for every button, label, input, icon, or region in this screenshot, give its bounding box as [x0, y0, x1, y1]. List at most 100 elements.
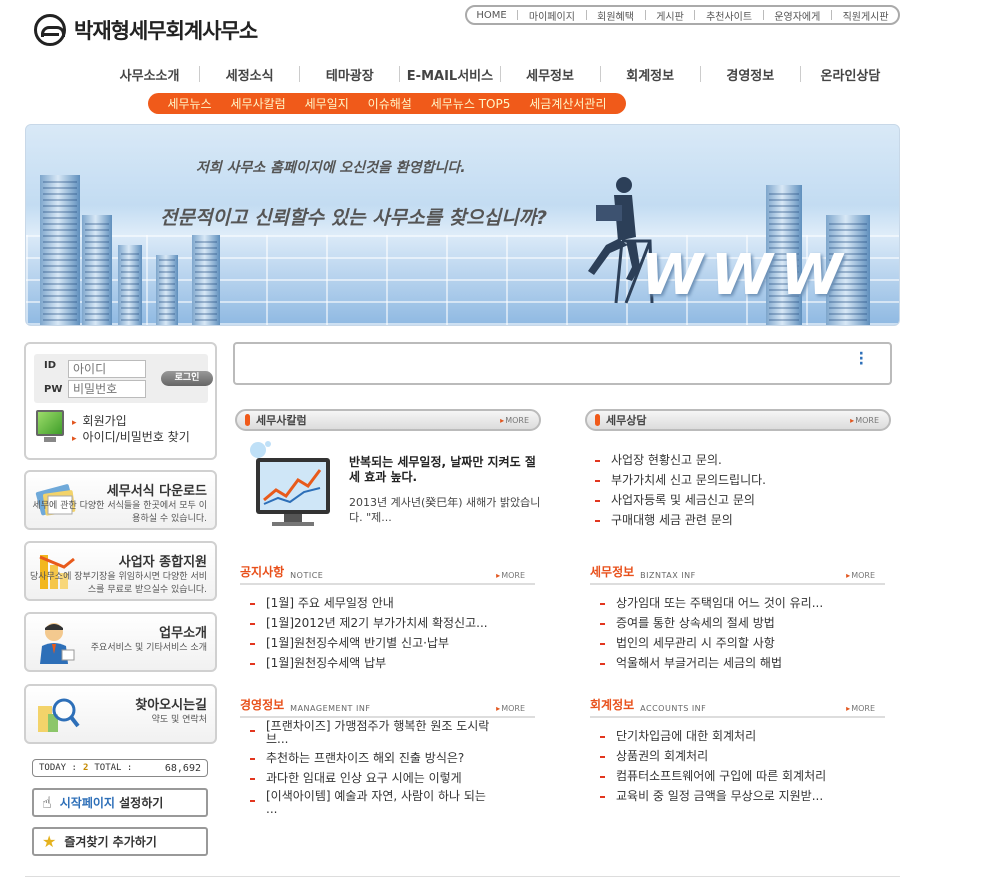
util-admin-link[interactable]: 운영자에게: [774, 8, 820, 23]
site-name: 박재형세무회계사무소: [74, 19, 258, 43]
building-image: [156, 255, 178, 325]
management-info-more-link[interactable]: MORE: [496, 704, 525, 713]
subnav-invoice[interactable]: 세금계산서관리: [529, 95, 606, 112]
subnav-issue[interactable]: 이슈해설: [368, 95, 412, 112]
list-item[interactable]: 추천하는 프랜차이즈 해외 진출 방식은?: [240, 748, 500, 768]
tax-info-more-link[interactable]: MORE: [846, 571, 875, 580]
accounting-info-title: 회계정보: [590, 698, 635, 712]
signup-link[interactable]: 회원가입: [72, 412, 127, 429]
util-staff-link[interactable]: 직원게시판: [843, 8, 889, 23]
nav-item-email[interactable]: E-MAIL서비스: [400, 65, 499, 84]
login-button[interactable]: 로그인: [161, 371, 213, 386]
tax-info-title: 세무정보: [590, 565, 635, 579]
notice-title: 공지사항: [240, 565, 285, 579]
notice-section: 공지사항 NOTICE MORE [1월] 주요 세무일정 안내 [1월]201…: [240, 563, 535, 673]
tax-info-list: 상가임대 또는 주택임대 어느 것이 유리... 증여를 통한 상속세의 절세 …: [590, 593, 885, 673]
accounting-info-list: 단기차입금에 대한 회계처리 상품권의 회계처리 컴퓨터소프트웨어에 구입에 따…: [590, 726, 885, 806]
nav-item-management[interactable]: 경영정보: [701, 65, 800, 84]
total-count: 68,692: [164, 762, 201, 774]
list-item[interactable]: 억울해서 부글거리는 세금의 해법: [590, 653, 885, 673]
logo-emblem-icon: [34, 14, 66, 46]
subnav-diary[interactable]: 세무일지: [305, 95, 349, 112]
util-mypage-link[interactable]: 마이페이지: [529, 8, 575, 23]
list-item[interactable]: 사업장 현황신고 문의.: [585, 450, 891, 470]
column-article-title[interactable]: 반복되는 세무일정, 날짜만 지켜도 절세 효과 높다.: [349, 455, 541, 485]
list-item[interactable]: [1월]2012년 제2기 부가가치세 확정신고...: [240, 613, 535, 633]
nav-item-theme[interactable]: 테마광장: [300, 65, 399, 84]
list-item[interactable]: 교육비 중 일정 금액을 무상으로 지원받...: [590, 786, 885, 806]
nav-item-accounting[interactable]: 회계정보: [601, 65, 700, 84]
subnav-top5[interactable]: 세무뉴스 TOP5: [431, 95, 511, 112]
pw-label: PW: [44, 384, 63, 395]
building-image: [40, 175, 80, 325]
list-item[interactable]: 사업자등록 및 세금신고 문의: [585, 490, 891, 510]
list-item[interactable]: 법인의 세무관리 시 주의할 사항: [590, 633, 885, 653]
list-item[interactable]: [이색아이템] 예술과 자연, 사람이 하나 되는 ...: [240, 788, 500, 818]
nav-item-consult[interactable]: 온라인상담: [801, 65, 900, 84]
column-more-link[interactable]: MORE: [500, 416, 529, 425]
column-article[interactable]: 반복되는 세무일정, 날짜만 지켜도 절세 효과 높다. 2013년 계사년(癸…: [349, 455, 541, 525]
management-info-subtitle: MANAGEMENT INF: [290, 704, 371, 713]
add-favorites-button[interactable]: ★ 즐겨찾기 추가하기: [32, 827, 208, 856]
directions-desc: 약도 및 연락처: [151, 715, 207, 725]
services-desc: 주요서비스 및 기타서비스 소개: [90, 643, 207, 653]
consult-section: 세무상담 MORE 사업장 현황신고 문의. 부가가치세 신고 문의드립니다. …: [585, 409, 891, 530]
column-article-desc: 2013년 계사년(癸巳年) 새해가 밝았습니다. "제...: [349, 496, 541, 524]
list-item[interactable]: 컴퓨터소프트웨어에 구입에 따른 회계처리: [590, 766, 885, 786]
consult-more-link[interactable]: MORE: [850, 416, 879, 425]
list-item[interactable]: 상품권의 회계처리: [590, 746, 885, 766]
login-fields: ID PW 로그인: [34, 354, 213, 403]
building-image: [118, 245, 142, 325]
business-support-desc: 당사무소에 장부기장을 위임하시면 다양한 서비스를 무료로 받으실수 있습니다…: [29, 572, 207, 595]
visitor-counter: TODAY : 2 TOTAL : 68,692: [32, 759, 208, 777]
header-bullet-icon: [245, 414, 250, 426]
management-info-section: 경영정보 MANAGEMENT INF MORE [프랜차이즈] 가맹점주가 행…: [240, 696, 535, 818]
util-home-link[interactable]: HOME: [476, 10, 506, 21]
list-item[interactable]: 상가임대 또는 주택임대 어느 것이 유리...: [590, 593, 885, 613]
tax-info-section: 세무정보 BIZNTAX INF MORE 상가임대 또는 주택임대 어느 것이…: [590, 563, 885, 673]
list-item[interactable]: 과다한 임대료 인상 요구 시에는 이렇게: [240, 768, 500, 788]
set-start-page-button[interactable]: ☝ 시작페이지 설정하기: [32, 788, 208, 817]
sub-nav: 세무뉴스 세무사칼럼 세무일지 이슈해설 세무뉴스 TOP5 세금계산서관리: [148, 93, 626, 114]
list-item[interactable]: [프랜차이즈] 가맹점주가 행복한 원조 도시락 브...: [240, 718, 500, 748]
management-info-header: 경영정보 MANAGEMENT INF MORE: [240, 696, 535, 718]
column-header: 세무사칼럼 MORE: [235, 409, 541, 431]
utility-nav: HOME 마이페이지 회원혜택 게시판 추천사이트 운영자에게 직원게시판: [465, 5, 900, 25]
notice-more-link[interactable]: MORE: [496, 571, 525, 580]
nav-item-tax-info[interactable]: 세무정보: [501, 65, 600, 84]
id-label: ID: [44, 360, 57, 371]
header-bullet-icon: [595, 414, 600, 426]
forms-download-box[interactable]: 세무서식 다운로드 세무에 관한 다양한 서식들을 한곳에서 모두 이용하실 수…: [24, 470, 217, 530]
directions-box[interactable]: 찾아오시는길 약도 및 연락처: [24, 684, 217, 744]
start-page-label: 시작페이지 설정하기: [59, 796, 164, 810]
list-item[interactable]: 증여를 통한 상속세의 절세 방법: [590, 613, 885, 633]
business-support-box[interactable]: 사업자 종합지원 당사무소에 장부기장을 위임하시면 다양한 서비스를 무료로 …: [24, 541, 217, 601]
subnav-tax-news[interactable]: 세무뉴스: [167, 95, 211, 112]
list-item[interactable]: [1월]원천징수세액 반기별 신고·납부: [240, 633, 535, 653]
list-item[interactable]: 구매대행 세금 관련 문의: [585, 510, 891, 530]
total-label: TOTAL :: [94, 763, 133, 773]
column-section: 세무사칼럼 MORE: [235, 409, 541, 431]
util-recommend-link[interactable]: 추천사이트: [706, 8, 752, 23]
list-item[interactable]: [1월] 주요 세무일정 안내: [240, 593, 535, 613]
util-benefits-link[interactable]: 회원혜택: [597, 8, 634, 23]
management-info-title: 경영정보: [240, 698, 285, 712]
list-item[interactable]: [1월]원천징수세액 납부: [240, 653, 535, 673]
nav-item-office[interactable]: 사무소소개: [100, 65, 199, 84]
subnav-column[interactable]: 세무사칼럼: [231, 95, 286, 112]
business-support-title: 사업자 종합지원: [118, 555, 207, 570]
password-input[interactable]: [68, 380, 146, 398]
list-item[interactable]: 단기차입금에 대한 회계처리: [590, 726, 885, 746]
nav-item-tax-news[interactable]: 세정소식: [200, 65, 299, 84]
util-board-link[interactable]: 게시판: [656, 8, 684, 23]
accounting-info-more-link[interactable]: MORE: [846, 704, 875, 713]
favorites-label: 즐겨찾기 추가하기: [64, 835, 157, 849]
banner-welcome-text: 저희 사무소 홈페이지에 오신것을 환영합니다.: [196, 160, 466, 176]
ticker-scroll-icon[interactable]: · · ·: [859, 347, 864, 371]
id-input[interactable]: [68, 360, 146, 378]
building-image: [82, 215, 112, 325]
find-account-link[interactable]: 아이디/비밀번호 찾기: [72, 428, 190, 445]
services-box[interactable]: 업무소개 주요서비스 및 기타서비스 소개: [24, 612, 217, 672]
site-logo[interactable]: 박재형세무회계사무소: [34, 14, 258, 46]
list-item[interactable]: 부가가치세 신고 문의드립니다.: [585, 470, 891, 490]
